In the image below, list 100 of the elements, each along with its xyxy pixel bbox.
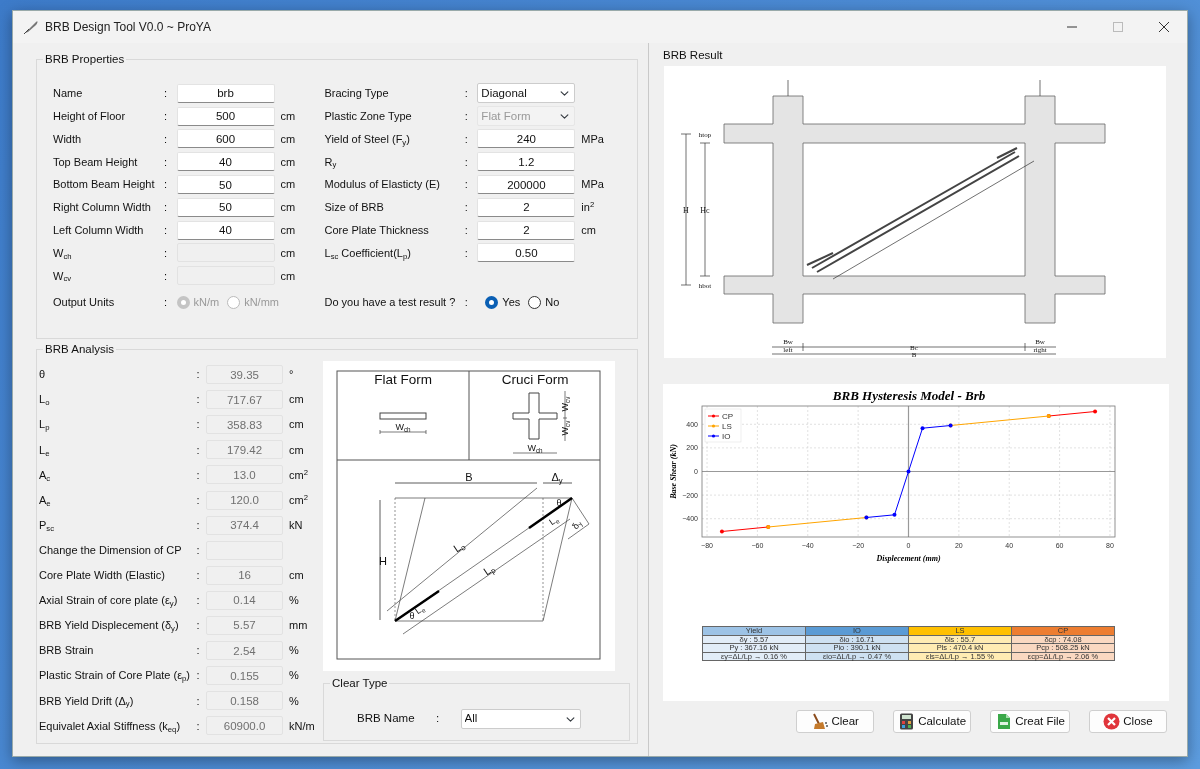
input-field[interactable]: 40 — [176, 152, 275, 172]
field-label: Do you have a test result ? — [324, 295, 456, 311]
field-label: θ — [39, 367, 47, 383]
diagram-label: B — [465, 471, 473, 483]
input-field[interactable]: 2 — [477, 197, 576, 217]
colon: : — [162, 177, 169, 193]
colon: : — [463, 131, 469, 147]
colon: : — [195, 367, 201, 383]
group-title: BRB Analysis — [43, 342, 117, 357]
clear-button[interactable]: Clear — [796, 710, 875, 733]
data-point — [719, 529, 724, 534]
unit-label: ° — [288, 367, 295, 383]
radio-button[interactable] — [485, 296, 499, 310]
group-title: BRB Properties — [43, 52, 127, 67]
colon: : — [162, 154, 169, 170]
input-field[interactable]: 1.2 — [477, 152, 576, 172]
dropdown[interactable]: Diagonal — [477, 83, 576, 104]
unit-label: cm — [288, 417, 305, 433]
legend-label: LS — [722, 422, 732, 431]
field-label: BRB Name — [357, 711, 415, 727]
field-label: Bottom Beam Height — [53, 177, 155, 193]
radio-label: Yes — [502, 295, 521, 311]
data-point — [906, 469, 911, 474]
unit-label: cm — [288, 392, 305, 408]
field-label: P$_{sc}$ — [39, 517, 56, 534]
diagram-label: Δ$_{y}$ — [551, 471, 563, 483]
field-label: Output Units — [53, 295, 116, 311]
data-point — [920, 426, 925, 431]
colon: : — [195, 467, 201, 483]
group-title: BRB Result — [663, 48, 723, 63]
colon: : — [162, 245, 169, 261]
unit-label: cm — [279, 177, 297, 193]
legend-background — [704, 408, 742, 443]
broom-icon — [811, 713, 829, 730]
colon: : — [463, 177, 469, 193]
input-field[interactable]: 2 — [477, 220, 576, 240]
input-field[interactable]: 40 — [176, 220, 275, 240]
colon: : — [162, 295, 169, 311]
legend-marker-icon — [707, 414, 720, 418]
colon: : — [195, 492, 201, 508]
colon: : — [195, 542, 201, 558]
field-label: Width — [53, 131, 83, 147]
diagram-label: θ — [409, 611, 415, 621]
close-button[interactable]: Close — [1089, 710, 1167, 733]
unit-label: cm$^{2}$ — [288, 491, 309, 508]
field-label: Top Beam Height — [53, 154, 139, 170]
legend-label: CP — [722, 412, 734, 421]
input-field[interactable]: 50 — [176, 175, 275, 195]
colon: : — [162, 222, 169, 238]
field-label: L$_{p}$ — [39, 417, 51, 433]
colon: : — [463, 154, 469, 170]
unit-label: cm — [288, 568, 305, 584]
cross-plate-drawing — [512, 392, 558, 440]
colon: : — [195, 693, 201, 709]
field-label: Core Plate Thickness — [324, 222, 430, 238]
unit-label: cm — [279, 222, 297, 238]
colon: : — [195, 442, 201, 458]
colon: : — [195, 668, 201, 684]
field-label: Size of BRB — [324, 200, 385, 216]
unit-label: % — [288, 593, 300, 609]
colon: : — [463, 200, 469, 216]
input-field[interactable]: 500 — [176, 106, 275, 126]
dimension-label: Hc — [700, 206, 710, 215]
field-label: Equivalet Axial Stiffness (k$_{eq}$) — [39, 718, 182, 735]
create-file-button[interactable]: Creat File — [990, 710, 1070, 733]
colon: : — [195, 517, 201, 533]
dropdown[interactable]: All — [460, 709, 581, 729]
colon: : — [195, 643, 201, 659]
input-field[interactable]: 50 — [176, 197, 275, 217]
diagram-label: θ — [556, 498, 562, 508]
input-field[interactable]: brb — [176, 83, 275, 103]
window-title: BRB Design Tool V0.0 ~ ProYA — [45, 19, 211, 36]
field-label: A$_{e}$ — [39, 492, 52, 509]
input-field[interactable]: 200000 — [477, 175, 576, 195]
field-label: L$_{sc}$ Coefficient(L$_{p}$) — [324, 245, 412, 262]
group-title: Clear Type — [330, 676, 390, 691]
flat-plate-drawing — [379, 412, 427, 420]
calculate-button[interactable]: Calculate — [893, 710, 972, 733]
unit-label: in$^{2}$ — [580, 199, 596, 216]
colon: : — [162, 268, 169, 284]
input-field[interactable]: 600 — [176, 129, 275, 149]
radio-button[interactable] — [528, 296, 542, 310]
unit-label: cm — [580, 222, 598, 238]
diagram-label: Cruci Form — [501, 373, 569, 387]
feather-icon — [23, 19, 39, 35]
field-label: W$_{ch}$ — [53, 245, 73, 262]
colon: : — [463, 245, 469, 261]
field-label: W$_{cv}$ — [53, 268, 73, 284]
close-icon — [1159, 22, 1169, 32]
colon: : — [195, 568, 201, 584]
input-field[interactable]: 240 — [477, 129, 576, 149]
unit-label: mm — [288, 618, 309, 634]
field-label: Plastic Strain of Core Plate (ε$_{p}$) — [39, 668, 191, 684]
dimension-line — [512, 390, 568, 454]
dimension-label: H — [683, 206, 689, 215]
input-field[interactable]: 0.50 — [477, 243, 576, 263]
axis-title: Displecement (mm) — [876, 554, 941, 563]
colon: : — [162, 200, 169, 216]
field-label: R$_{y}$ — [324, 154, 338, 171]
unit-label: % — [288, 693, 300, 709]
